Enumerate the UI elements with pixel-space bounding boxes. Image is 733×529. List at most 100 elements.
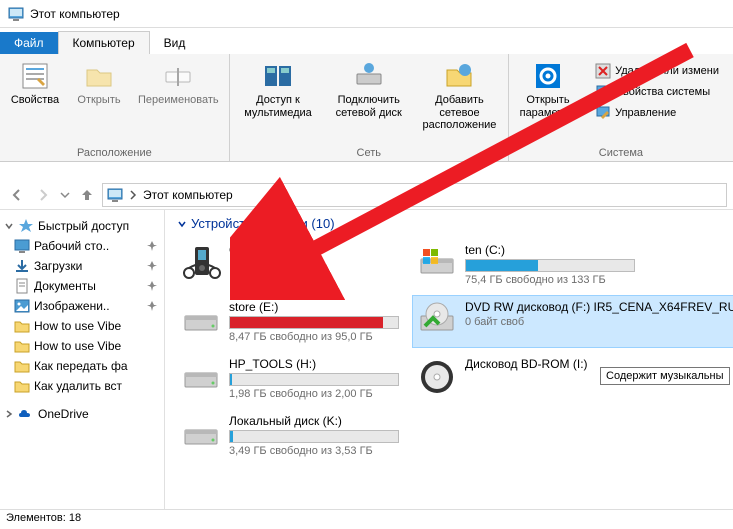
capacity-bar: [229, 430, 399, 443]
ribbon-group-network: Доступ к мультимедиа Подключить сетевой …: [230, 54, 509, 161]
drive-name: DVD RW дисковод (F:) IR5_CENA_X64FREV_RU…: [465, 300, 733, 314]
main-area: Быстрый доступ Рабочий сто.. Загрузки Доку…: [0, 210, 733, 509]
nav-forward-button[interactable]: [32, 184, 54, 206]
window-title: Этот компьютер: [30, 7, 120, 21]
uninstall-icon: [595, 63, 611, 79]
media-player-icon: [181, 243, 221, 283]
bd-icon: [417, 357, 457, 397]
media-icon: [262, 60, 294, 92]
sidebar-item-label: How to use Vibe: [34, 319, 158, 333]
pictures-icon: [14, 298, 30, 314]
rename-button[interactable]: Переименовать: [134, 58, 223, 109]
sidebar-item[interactable]: Документы: [2, 276, 162, 296]
sidebar-item[interactable]: Как передать фа: [2, 356, 162, 376]
ribbon-group-location: Свойства Открыть Переименовать Расположе…: [0, 54, 230, 161]
folder-icon: [14, 338, 30, 354]
tab-computer[interactable]: Компьютер: [58, 31, 150, 54]
star-icon: [18, 218, 34, 234]
folder-icon: [14, 378, 30, 394]
drive-name: GT-I8160: [229, 243, 399, 257]
tab-view[interactable]: Вид: [150, 32, 200, 54]
properties-button[interactable]: Свойства: [6, 58, 64, 109]
drive-item[interactable]: HP_TOOLS (H:)1,98 ГБ свободно из 2,00 ГБ: [177, 353, 403, 404]
drive-item[interactable]: DVD RW дисковод (F:) IR5_CENA_X64FREV_RU…: [413, 296, 733, 347]
drive-item[interactable]: Локальный диск (K:) 3,49 ГБ свободно из 3…: [177, 410, 403, 461]
pin-icon: [146, 300, 158, 312]
desktop-icon: [14, 238, 30, 254]
tab-file[interactable]: Файл: [0, 32, 58, 54]
sidebar: Быстрый доступ Рабочий сто.. Загрузки Доку…: [0, 210, 165, 509]
chevron-right-icon: [4, 409, 14, 419]
drive-item[interactable]: GT-I8160: [177, 239, 403, 290]
open-button[interactable]: Открыть: [70, 58, 128, 109]
sidebar-item-label: Документы: [34, 279, 142, 293]
drive-name: ten (C:): [465, 243, 733, 257]
chevron-right-icon: [129, 189, 137, 201]
drive-win-icon: [417, 243, 457, 283]
sidebar-item[interactable]: How to use Vibe: [2, 316, 162, 336]
documents-icon: [14, 278, 30, 294]
ribbon-group-label-network: Сеть: [357, 145, 381, 159]
sidebar-item-label: Загрузки: [34, 259, 142, 273]
open-settings-button[interactable]: Открыть параметры: [515, 58, 581, 126]
capacity-bar: [229, 316, 399, 329]
item-count: Элементов: 18: [6, 512, 81, 524]
drives-grid: GT-I8160ten (C:)75,4 ГБ свободно из 133 …: [177, 239, 721, 461]
address-bar[interactable]: Этот компьютер: [102, 183, 727, 207]
capacity-bar: [229, 373, 399, 386]
drive-status: 0 байт своб: [465, 316, 733, 328]
properties-icon: [19, 60, 51, 92]
pin-icon: [146, 280, 158, 292]
media-access-button[interactable]: Доступ к мультимедиа: [236, 58, 321, 134]
ribbon-group-label-system: Система: [599, 145, 643, 159]
sidebar-item[interactable]: Рабочий сто..: [2, 236, 162, 256]
titlebar: Этот компьютер: [0, 0, 733, 28]
sidebar-item-label: Как удалить вст: [34, 379, 158, 393]
onedrive-icon: [18, 406, 34, 422]
settings-gear-icon: [532, 60, 564, 92]
pin-icon: [146, 260, 158, 272]
drive-icon: [181, 414, 221, 454]
pin-icon: [146, 240, 158, 252]
drive-item[interactable]: Дисковод BD-ROM (I:): [413, 353, 733, 404]
nav-recent-button[interactable]: [58, 184, 72, 206]
drive-name: Дисковод BD-ROM (I:): [465, 357, 733, 371]
devices-group-header[interactable]: Устройства и диски (10): [177, 216, 721, 231]
quick-access-root[interactable]: Быстрый доступ: [2, 216, 162, 236]
drive-item[interactable]: store (E:)8,47 ГБ свободно из 95,0 ГБ: [177, 296, 403, 347]
sidebar-item-label: Изображени..: [34, 299, 142, 313]
add-net-location-button[interactable]: Добавить сетевое расположение: [417, 58, 502, 134]
chevron-down-icon: [60, 190, 70, 200]
this-pc-icon: [8, 6, 24, 22]
drive-item[interactable]: ten (C:)75,4 ГБ свободно из 133 ГБ: [413, 239, 733, 290]
system-properties-button[interactable]: Свойства системы: [593, 83, 721, 101]
drive-status: 3,49 ГБ свободно из 3,53 ГБ: [229, 445, 399, 457]
downloads-icon: [14, 258, 30, 274]
sidebar-item[interactable]: Загрузки: [2, 256, 162, 276]
folder-icon: [14, 358, 30, 374]
ribbon-tabs: Файл Компьютер Вид: [0, 28, 733, 54]
drive-name: store (E:): [229, 300, 399, 314]
chevron-down-icon: [177, 219, 187, 229]
address-pc-icon: [107, 187, 123, 203]
sidebar-item[interactable]: Изображени..: [2, 296, 162, 316]
nav-bar: Этот компьютер: [0, 180, 733, 210]
sidebar-item-label: How to use Vibe: [34, 339, 158, 353]
sidebar-item[interactable]: How to use Vibe: [2, 336, 162, 356]
uninstall-programs-button[interactable]: Удалить или измени: [593, 62, 721, 80]
manage-button[interactable]: Управление: [593, 104, 721, 122]
sidebar-item[interactable]: Как удалить вст: [2, 376, 162, 396]
sidebar-item-label: Как передать фа: [34, 359, 158, 373]
onedrive-root[interactable]: OneDrive: [2, 404, 162, 424]
drive-name: Локальный диск (K:): [229, 414, 399, 428]
nav-back-button[interactable]: [6, 184, 28, 206]
arrow-right-icon: [35, 187, 51, 203]
address-text: Этот компьютер: [143, 188, 233, 202]
map-drive-button[interactable]: Подключить сетевой диск: [326, 58, 411, 134]
nav-up-button[interactable]: [76, 184, 98, 206]
drive-icon: [181, 357, 221, 397]
drive-status: 1,98 ГБ свободно из 2,00 ГБ: [229, 388, 399, 400]
folder-icon: [14, 318, 30, 334]
open-icon: [83, 60, 115, 92]
arrow-up-icon: [79, 187, 95, 203]
